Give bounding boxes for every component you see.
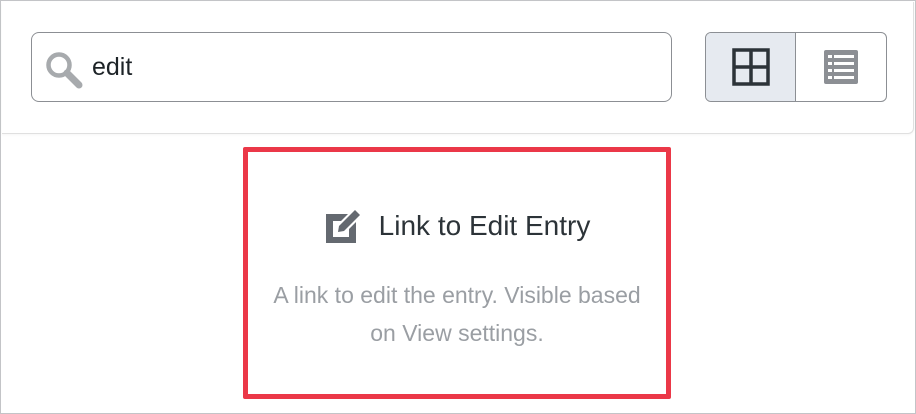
grid-view-button[interactable] [706,33,796,101]
list-view-icon [824,50,858,84]
grid-view-icon [731,48,770,86]
edit-icon [325,210,360,243]
card-description: A link to edit the entry. Visible based … [273,282,641,346]
view-toggle [705,32,887,102]
search-toolbar [2,2,914,134]
search-input[interactable] [92,47,652,87]
search-icon [46,52,83,89]
field-picker-panel: Link to Edit Entry A link to edit the en… [0,0,916,414]
field-result-card[interactable]: Link to Edit Entry A link to edit the en… [243,147,671,399]
card-title: Link to Edit Entry [378,210,591,241]
list-view-button[interactable] [796,33,886,101]
card-header: Link to Edit Entry [248,207,666,245]
search-box[interactable] [31,32,672,102]
